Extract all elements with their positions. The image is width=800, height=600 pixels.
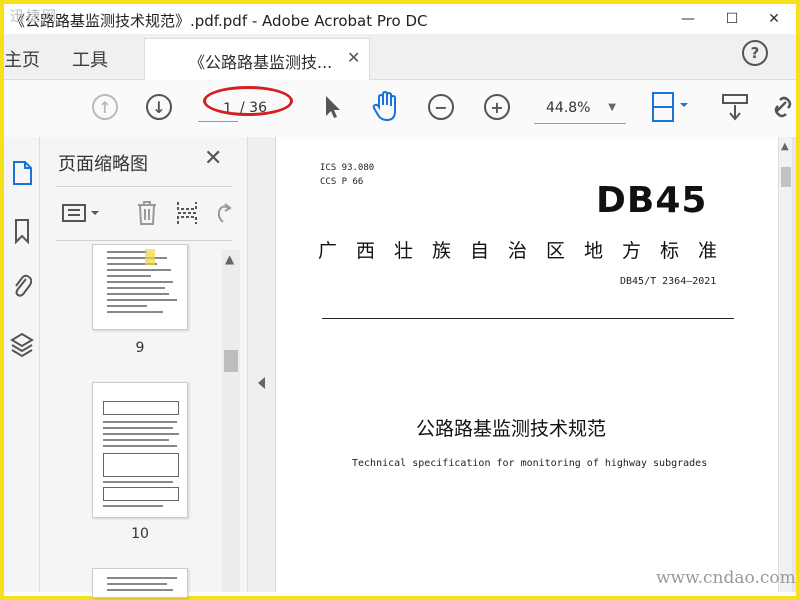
page-thumbnails-icon[interactable] <box>8 157 36 189</box>
thumbnail-panel-title: 页面缩略图 <box>58 154 148 175</box>
db45-logo: DB45 <box>596 180 708 221</box>
nav-home[interactable]: 主页 <box>4 46 40 72</box>
page-thumbnail-10[interactable] <box>92 382 188 518</box>
select-arrow-icon[interactable] <box>320 92 344 122</box>
page-thumbnail-number: 10 <box>131 526 149 542</box>
next-page-icon[interactable]: ↓ <box>146 94 172 120</box>
red-ellipse-annotation <box>203 86 293 116</box>
thumbnail-options-button[interactable] <box>58 198 104 228</box>
document-scrollbar[interactable]: ▲ <box>778 137 792 592</box>
insert-page-icon[interactable] <box>172 198 202 228</box>
page-thumbnail-9[interactable] <box>92 244 188 330</box>
standard-type-heading: 广西壮族自治区地方标准 <box>318 240 737 262</box>
help-icon[interactable]: ? <box>742 40 768 66</box>
close-panel-icon[interactable]: ✕ <box>204 146 222 171</box>
zoom-in-icon[interactable]: + <box>484 94 510 120</box>
nav-tab-row: 主页 工具 《公路路基监测技... ✕ <box>4 34 796 80</box>
left-icon-rail <box>4 137 40 592</box>
attachments-icon[interactable] <box>8 269 36 301</box>
bookmark-icon[interactable] <box>8 215 36 247</box>
document-tab-label: 《公路路基监测技... <box>189 53 333 72</box>
title-watermark: 迅捷网 <box>10 9 58 25</box>
document-title-cn: 公路路基监测技术规范 <box>416 418 607 440</box>
close-window-button[interactable]: ✕ <box>752 4 796 34</box>
panel-divider-2 <box>56 240 232 241</box>
document-tab[interactable]: 《公路路基监测技... ✕ <box>144 38 370 80</box>
fit-page-icon[interactable] <box>650 90 694 124</box>
thumbnail-scrollbar[interactable]: ▲ <box>222 250 240 592</box>
scroll-up-icon[interactable]: ▲ <box>225 252 234 266</box>
document-title-en: Technical specification for monitoring o… <box>352 458 708 469</box>
zoom-out-icon[interactable]: − <box>428 94 454 120</box>
page-thumbnail-11[interactable] <box>92 568 188 598</box>
header-rule <box>322 318 734 319</box>
window-title: 《公路路基监测技术规范》.pdf.pdf - Adobe Acrobat Pro… <box>10 12 428 30</box>
scroll-mode-icon[interactable] <box>720 92 750 122</box>
collapse-arrow-icon[interactable] <box>258 377 265 389</box>
layers-icon[interactable] <box>8 329 36 361</box>
previous-page-icon[interactable]: ↑ <box>92 94 118 120</box>
close-tab-icon[interactable]: ✕ <box>347 48 360 67</box>
delete-page-icon[interactable] <box>132 198 162 228</box>
doc-scrollbar-thumb[interactable] <box>781 167 791 187</box>
ccs-code: CCS P 66 <box>320 177 364 187</box>
standard-code: DB45/T 2364—2021 <box>620 276 717 287</box>
ics-code: ICS 93.080 <box>320 163 375 173</box>
zoom-value: 44.8% <box>546 100 591 116</box>
scrollbar-thumb[interactable] <box>224 350 238 372</box>
minimize-button[interactable]: — <box>666 4 710 34</box>
panel-divider <box>56 186 232 187</box>
document-classification: ICS 93.080 CCS P 66 <box>320 161 374 189</box>
site-watermark: www.cndao.com <box>656 568 796 588</box>
page-thumbnail-number: 9 <box>135 340 145 356</box>
zoom-select[interactable]: 44.8% ▼ <box>534 96 626 124</box>
zoom-caret-icon: ▼ <box>608 102 616 113</box>
nav-tools[interactable]: 工具 <box>72 46 108 72</box>
collapse-panel-strip[interactable] <box>248 137 276 592</box>
title-bar: 《公路路基监测技术规范》.pdf.pdf - Adobe Acrobat Pro… <box>4 4 796 34</box>
hand-tool-icon[interactable] <box>370 90 402 124</box>
doc-scroll-up-icon[interactable]: ▲ <box>781 141 789 152</box>
maximize-button[interactable]: ☐ <box>710 4 754 34</box>
link-icon[interactable] <box>772 92 794 122</box>
rotate-page-icon[interactable] <box>212 198 234 228</box>
